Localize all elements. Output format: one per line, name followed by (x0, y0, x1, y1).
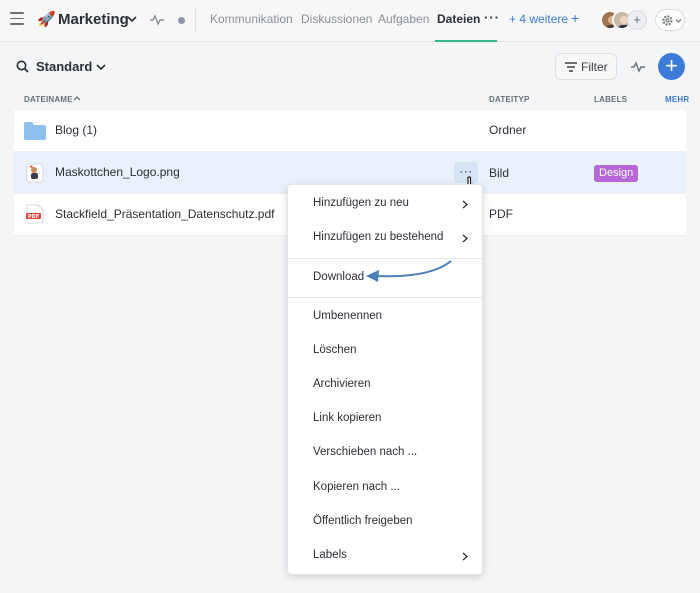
add-member-button[interactable]: + (627, 10, 647, 30)
chevron-down-icon[interactable] (96, 62, 106, 72)
column-header-more[interactable]: Mehr (665, 95, 689, 104)
activity-icon[interactable] (631, 61, 645, 73)
chevron-right-icon (462, 234, 468, 243)
room-title[interactable]: Marketing (58, 11, 129, 28)
chevron-right-icon (462, 200, 468, 209)
folder-icon (24, 122, 46, 140)
pdf-file-icon: PDF (26, 204, 44, 224)
chevron-down-icon (675, 19, 682, 23)
column-header-filename[interactable]: Dateiname (24, 95, 73, 104)
filter-icon (565, 62, 577, 72)
divider (195, 8, 196, 32)
menu-item-copy-to[interactable]: Kopieren nach ... (288, 473, 482, 503)
menu-item-labels[interactable]: Labels (288, 541, 482, 571)
filter-button[interactable]: Filter (555, 53, 617, 80)
file-name[interactable]: Maskottchen_Logo.png (55, 165, 180, 179)
top-bar: 🚀 Marketing Kommunikation Diskussionen A… (0, 0, 700, 42)
more-tabs-link[interactable]: + 4 weitere (509, 12, 568, 26)
menu-item-add-to-new[interactable]: Hinzufügen zu neu (288, 189, 482, 219)
file-type: Bild (489, 166, 510, 180)
annotation-arrow-icon (366, 260, 452, 282)
file-name[interactable]: Blog (1) (55, 123, 97, 137)
menu-item-rename[interactable]: Umbenennen (288, 302, 482, 332)
tab-aufgaben[interactable]: Aufgaben (378, 12, 429, 26)
add-file-button[interactable]: + (658, 53, 685, 80)
tab-kommunikation[interactable]: Kommunikation (210, 12, 293, 26)
status-dot-icon[interactable] (178, 17, 185, 24)
view-selector[interactable]: Standard (36, 59, 92, 74)
image-file-icon (26, 163, 44, 183)
label-badge[interactable]: Design (594, 165, 639, 182)
context-menu: Hinzufügen zu neu Hinzufügen zu bestehen… (287, 184, 483, 575)
tab-diskussionen[interactable]: Diskussionen (301, 12, 372, 26)
menu-item-copy-link[interactable]: Link kopieren (288, 404, 482, 434)
more-options-icon[interactable]: ··· (484, 10, 500, 25)
active-tab-indicator (435, 40, 497, 42)
chevron-right-icon (462, 552, 468, 561)
search-icon[interactable] (16, 60, 29, 73)
file-name[interactable]: Stackfield_Präsentation_Datenschutz.pdf (55, 207, 274, 221)
tab-dateien[interactable]: Dateien (437, 12, 480, 26)
sort-ascending-icon[interactable] (73, 94, 81, 102)
svg-text:PDF: PDF (28, 214, 39, 220)
activity-icon[interactable] (150, 13, 164, 27)
settings-button[interactable] (655, 9, 685, 31)
chevron-down-icon[interactable] (127, 13, 137, 25)
menu-item-archive[interactable]: Archivieren (288, 370, 482, 400)
add-tab-button[interactable]: + (571, 10, 579, 26)
column-header-filetype[interactable]: Dateityp (489, 95, 530, 104)
menu-item-add-to-existing[interactable]: Hinzufügen zu bestehend (288, 223, 482, 253)
rocket-icon: 🚀 (37, 11, 56, 28)
menu-icon[interactable] (10, 12, 24, 26)
file-type: PDF (489, 207, 513, 221)
menu-item-delete[interactable]: Löschen (288, 336, 482, 366)
menu-divider (288, 297, 482, 298)
gear-icon (662, 15, 673, 26)
table-row[interactable]: Blog (1) Ordner (14, 110, 686, 152)
menu-item-share-public[interactable]: Öffentlich freigeben (288, 507, 482, 537)
column-header-labels[interactable]: Labels (594, 95, 627, 104)
file-type: Ordner (489, 123, 527, 137)
menu-item-move-to[interactable]: Verschieben nach ... (288, 438, 482, 468)
filter-label: Filter (581, 60, 608, 74)
